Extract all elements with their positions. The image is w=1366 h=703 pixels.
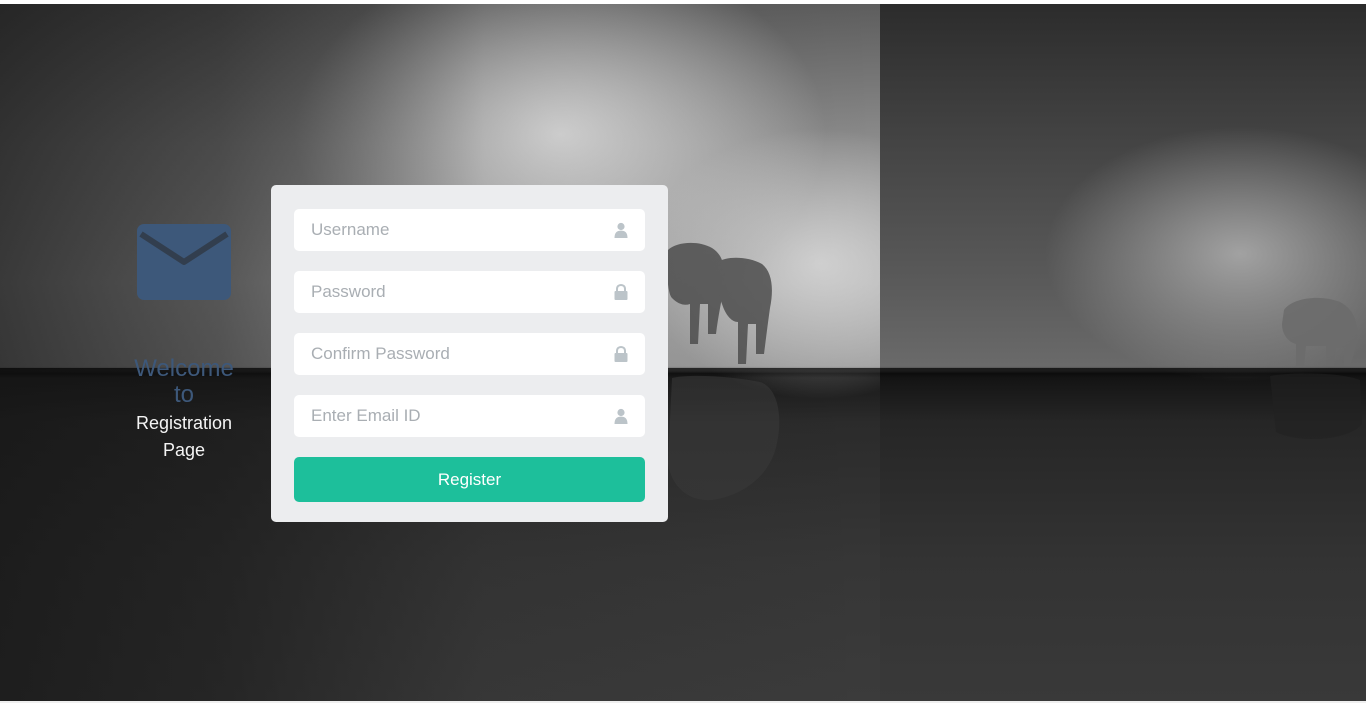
welcome-subheading: Registration Page: [124, 410, 244, 464]
envelope-icon: [137, 224, 231, 300]
register-button[interactable]: Register: [294, 457, 645, 502]
user-icon: [614, 408, 628, 424]
welcome-panel: Welcome to Registration Page: [124, 224, 244, 464]
page-background: Welcome to Registration Page Username En…: [0, 4, 1366, 701]
confirm-password-field-wrapper: [294, 333, 645, 375]
username-input[interactable]: [294, 209, 594, 251]
lock-icon: [614, 284, 628, 300]
welcome-heading-line1: Welcome: [134, 355, 234, 382]
welcome-subheading-line2: Page: [162, 440, 206, 460]
user-icon: [614, 222, 628, 238]
lock-icon: [614, 346, 628, 362]
confirm-password-input[interactable]: [294, 333, 594, 375]
welcome-heading: Welcome to: [124, 356, 244, 408]
background-photo-right: [880, 4, 1366, 701]
welcome-heading-line2: to: [173, 381, 194, 408]
username-field-wrapper: [294, 209, 645, 251]
password-input[interactable]: [294, 271, 594, 313]
welcome-subheading-line1: Registration: [135, 413, 233, 433]
email-field-wrapper: [294, 395, 645, 437]
password-field-wrapper: [294, 271, 645, 313]
registration-form: Register: [271, 185, 668, 522]
email-input[interactable]: [294, 395, 594, 437]
